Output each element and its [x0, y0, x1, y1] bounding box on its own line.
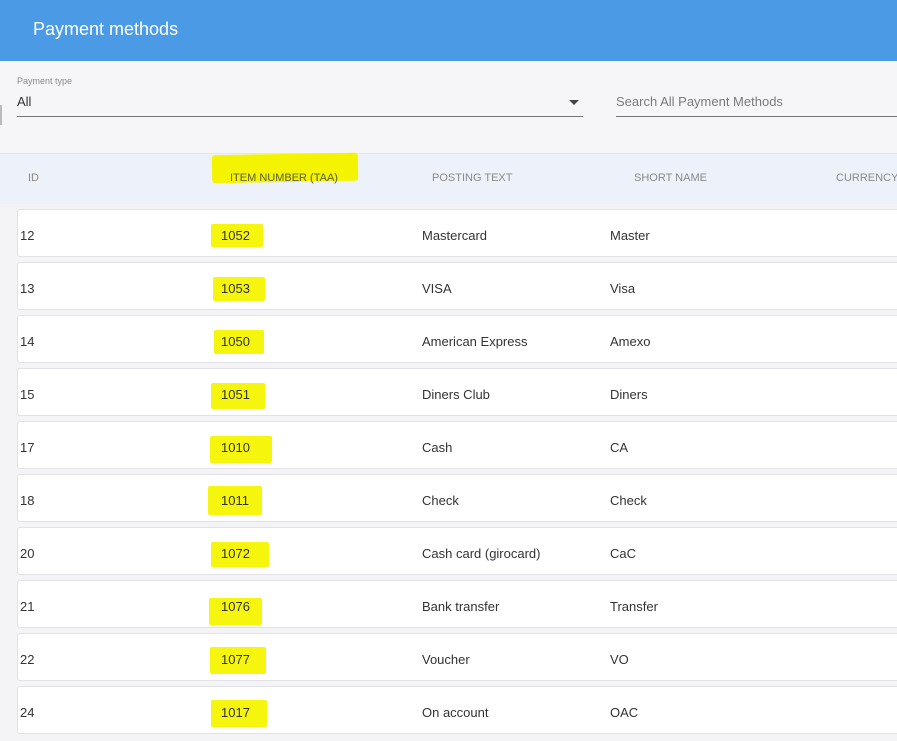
cell-item-number: 1052 — [221, 228, 250, 243]
cell-posting-text: American Express — [422, 334, 528, 349]
cell-short-name: Master — [610, 228, 650, 243]
cell-item-number: 1051 — [221, 387, 250, 402]
app-header: Payment methods — [0, 0, 897, 61]
table-row[interactable]: 18 1011 Check Check — [17, 474, 897, 522]
table-row[interactable]: 13 1053 VISA Visa — [17, 262, 897, 310]
cell-posting-text: Bank transfer — [422, 599, 500, 614]
cell-short-name: VO — [610, 652, 629, 667]
cell-posting-text: VISA — [422, 281, 452, 296]
cell-posting-text: Check — [422, 493, 459, 508]
cell-id: 13 — [20, 281, 35, 296]
cell-posting-text: Cash — [422, 440, 453, 455]
payment-type-select[interactable]: Payment type All — [17, 76, 583, 117]
cell-posting-text: Diners Club — [422, 387, 490, 402]
cell-id: 12 — [20, 228, 35, 243]
cell-posting-text: Voucher — [422, 652, 470, 667]
cell-short-name: Transfer — [610, 599, 658, 614]
cell-id: 17 — [20, 440, 35, 455]
cell-item-number: 1010 — [221, 440, 250, 455]
filter-bar: Payment type All — [0, 61, 897, 153]
cell-short-name: CA — [610, 440, 629, 455]
cell-item-number: 1077 — [221, 652, 250, 667]
table-row[interactable]: 15 1051 Diners Club Diners — [17, 368, 897, 416]
cell-short-name: Check — [610, 493, 647, 508]
cell-item-number: 1072 — [221, 546, 250, 561]
column-header-id[interactable]: ID — [28, 172, 39, 184]
cell-id: 14 — [20, 334, 35, 349]
cell-item-number: 1050 — [221, 334, 250, 349]
table-row[interactable]: 17 1010 Cash CA — [17, 421, 897, 469]
cell-id: 15 — [20, 387, 35, 402]
cell-id: 20 — [20, 546, 35, 561]
cell-item-number: 1076 — [221, 599, 250, 614]
cell-short-name: Amexo — [610, 334, 651, 349]
table-row[interactable]: 14 1050 American Express Amexo — [17, 315, 897, 363]
cell-item-number: 1053 — [221, 281, 250, 296]
cell-id: 24 — [20, 705, 35, 720]
cell-id: 21 — [20, 599, 35, 614]
table-row[interactable]: 21 1076 Bank transfer Transfer — [17, 580, 897, 628]
search-field — [616, 76, 897, 117]
column-header-posting-text[interactable]: POSTING TEXT — [432, 172, 512, 184]
search-input[interactable] — [616, 91, 896, 111]
cell-short-name: Visa — [610, 281, 636, 296]
table-row[interactable]: 12 1052 Mastercard Master — [17, 209, 897, 257]
cell-posting-text: Cash card (girocard) — [422, 546, 541, 561]
column-header-item-number-overlay: ITEM NUMBER (TAA) — [230, 172, 338, 184]
table-row[interactable]: 22 1077 Voucher VO — [17, 633, 897, 681]
cell-id: 22 — [20, 652, 35, 667]
cell-short-name: Diners — [610, 387, 648, 402]
column-header-short-name[interactable]: SHORT NAME — [634, 172, 707, 184]
left-edge-divider — [0, 105, 2, 125]
column-header-currency[interactable]: CURRENCY — [836, 172, 897, 184]
caret-down-icon — [569, 100, 579, 105]
cell-short-name: OAC — [610, 705, 639, 720]
table-row[interactable]: 20 1072 Cash card (girocard) CaC — [17, 527, 897, 575]
payment-methods-page: Payment methods Payment type All ID ITEM… — [0, 0, 897, 741]
payment-type-label: Payment type — [17, 76, 73, 86]
cell-item-number: 1017 — [221, 705, 250, 720]
cell-posting-text: Mastercard — [422, 228, 488, 243]
cell-item-number: 1011 — [221, 493, 249, 508]
cell-short-name: CaC — [610, 546, 637, 561]
cell-posting-text: On account — [422, 705, 489, 720]
page-title: Payment methods — [33, 19, 179, 39]
table-header: ID ITEM NUMBER (TAA) POSTING TEXT SHORT … — [0, 153, 897, 204]
table-row[interactable]: 24 1017 On account OAC — [17, 686, 897, 734]
payment-type-value: All — [17, 94, 32, 109]
cell-id: 18 — [20, 493, 35, 508]
